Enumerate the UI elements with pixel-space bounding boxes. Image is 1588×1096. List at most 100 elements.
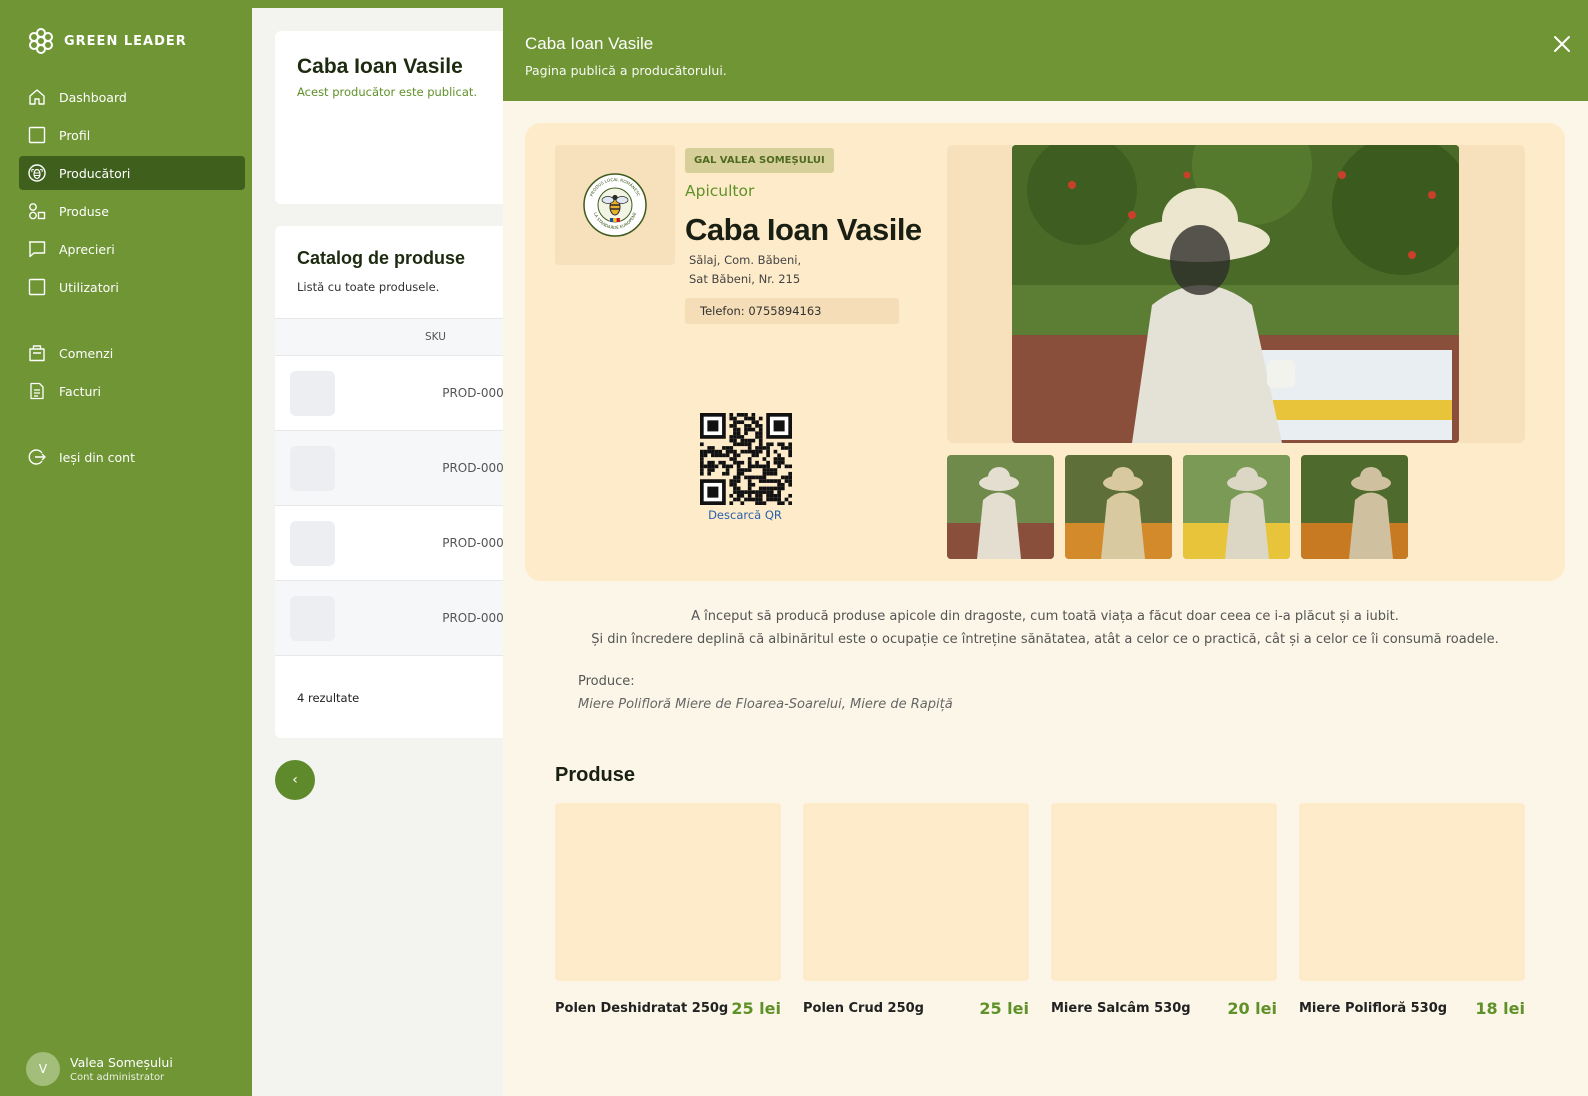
user-name: Valea Someșului [70, 1055, 173, 1070]
producer-public-panel: Caba Ioan Vasile Pagina publică a produc… [503, 8, 1588, 1096]
gallery-thumbnail[interactable] [1301, 455, 1408, 559]
flower-logo-icon [29, 28, 53, 54]
product-card[interactable]: Miere Salcâm 530g 20 lei [1051, 803, 1277, 1018]
beekeeper-photo [1012, 145, 1459, 443]
document-icon [30, 382, 44, 400]
panel-header: Caba Ioan Vasile Pagina publică a produc… [503, 8, 1588, 101]
download-qr-link[interactable]: Descarcă QR [685, 508, 805, 522]
gallery-thumbnail[interactable] [947, 455, 1054, 559]
product-image [1051, 803, 1277, 981]
sidebar-nav: Dashboard Profil Producători Produse Apr… [19, 80, 245, 478]
main-photo[interactable] [1012, 145, 1459, 443]
products-section-title: Produse [555, 764, 636, 786]
producer-name: Caba Ioan Vasile [685, 212, 922, 247]
sidebar-item-label: Comenzi [59, 345, 114, 361]
sidebar-item-facturi[interactable]: Facturi [19, 374, 245, 408]
sidebar-item-logout[interactable]: Ieși din cont [19, 440, 245, 474]
product-name: Polen Deshidratat 250g [555, 1001, 729, 1016]
brand-name: GREEN LEADER [64, 33, 187, 49]
address-line: Sălaj, Com. Băbeni, [689, 253, 802, 267]
table-row[interactable]: PROD-00015 [275, 506, 535, 581]
column-header-sku[interactable]: SKU [425, 331, 446, 343]
sidebar: GREEN LEADER Dashboard Profil Producător… [12, 8, 252, 1096]
sidebar-item-label: Produse [59, 203, 109, 219]
results-count: 4 rezultate [297, 691, 360, 705]
description-line: A început să producă produse apicole din… [691, 609, 1399, 624]
photo-thumbnails [947, 455, 1408, 559]
square-icon [28, 126, 46, 144]
produce-value: Miere Polifloră Miere de Floarea-Soarelu… [578, 697, 953, 712]
logout-icon [28, 449, 46, 465]
product-name: Miere Polifloră 530g [1299, 1001, 1448, 1016]
product-price: 18 lei [1475, 999, 1525, 1018]
product-image [803, 803, 1029, 981]
product-catalog: Catalog de produse Listă cu toate produs… [275, 226, 535, 738]
producer-description: A început să producă produse apicole din… [525, 605, 1565, 651]
sidebar-item-label: Producători [59, 165, 131, 181]
sidebar-item-label: Facturi [59, 383, 102, 399]
catalog-title: Catalog de produse [297, 248, 466, 268]
user-profile[interactable]: V Valea Someșului Cont administrator [26, 1052, 173, 1086]
description-line: Și din încredere deplină că albinăritul … [591, 632, 1499, 647]
sidebar-item-dashboard[interactable]: Dashboard [19, 80, 245, 114]
occupation: Apicultor [685, 182, 755, 200]
product-thumbnail [290, 596, 335, 641]
table-row[interactable]: PROD-00016 [275, 581, 535, 656]
producer-logo: PRODUS LOCAL ROMÂNESC LA STANDARDE EUROP… [555, 145, 675, 265]
phone: Telefon: 0755894163 [685, 298, 899, 324]
table-row[interactable]: PROD-00014 [275, 431, 535, 506]
local-product-seal-icon: PRODUS LOCAL ROMÂNESC LA STANDARDE EUROP… [583, 173, 647, 237]
close-icon[interactable] [1552, 34, 1572, 54]
producer-card-title: Caba Ioan Vasile [297, 55, 463, 78]
producer-hero: PRODUS LOCAL ROMÂNESC LA STANDARDE EUROP… [525, 123, 1565, 581]
gal-badge: GAL VALEA SOMEȘULUI [685, 148, 834, 173]
sidebar-item-producatori[interactable]: Producători [19, 156, 245, 190]
producer-status: Acest producător este publicat. [297, 85, 478, 99]
product-image [1299, 803, 1525, 981]
basket-icon [29, 345, 45, 362]
avatar: V [26, 1052, 60, 1086]
product-price: 20 lei [1227, 999, 1277, 1018]
product-card[interactable]: Polen Crud 250g 25 lei [803, 803, 1029, 1018]
panel-title: Caba Ioan Vasile [525, 34, 654, 53]
sidebar-item-label: Utilizatori [59, 279, 119, 295]
product-image [555, 803, 781, 981]
bee-icon [28, 164, 46, 182]
producer-card: Caba Ioan Vasile Acest producător este p… [275, 31, 535, 204]
table-row[interactable]: PROD-00013 [275, 356, 535, 431]
gallery-thumbnail[interactable] [1183, 455, 1290, 559]
brand[interactable]: GREEN LEADER [26, 26, 187, 56]
table-header: SKU [275, 318, 535, 356]
sidebar-item-produse[interactable]: Produse [19, 194, 245, 228]
sidebar-item-utilizatori[interactable]: Utilizatori [19, 270, 245, 304]
product-card[interactable]: Polen Deshidratat 250g 25 lei [555, 803, 781, 1018]
sidebar-item-profil[interactable]: Profil [19, 118, 245, 152]
product-thumbnail [290, 521, 335, 566]
square-icon [28, 278, 46, 296]
gallery-thumbnail[interactable] [1065, 455, 1172, 559]
qr-code [700, 413, 792, 505]
product-thumbnail [290, 446, 335, 491]
sidebar-item-label: Profil [59, 127, 91, 143]
user-role: Cont administrator [70, 1072, 165, 1083]
photo-gallery [947, 145, 1525, 443]
catalog-subtitle: Listă cu toate produsele. [297, 280, 440, 294]
back-button[interactable]: ‹ [275, 760, 315, 800]
chat-icon [28, 241, 46, 258]
product-name: Polen Crud 250g [803, 1001, 924, 1016]
home-icon [29, 89, 45, 105]
sidebar-item-label: Aprecieri [59, 241, 115, 257]
product-price: 25 lei [979, 999, 1029, 1018]
product-card[interactable]: Miere Polifloră 530g 18 lei [1299, 803, 1525, 1018]
product-price: 25 lei [731, 999, 781, 1018]
sidebar-item-comenzi[interactable]: Comenzi [19, 336, 245, 370]
produce-label: Produce: [578, 674, 635, 689]
product-name: Miere Salcâm 530g [1051, 1001, 1191, 1016]
panel-subtitle: Pagina publică a producătorului. [525, 63, 727, 78]
shapes-icon [29, 203, 46, 220]
address-line: Sat Băbeni, Nr. 215 [689, 272, 801, 286]
sidebar-item-label: Dashboard [59, 89, 127, 105]
sidebar-item-aprecieri[interactable]: Aprecieri [19, 232, 245, 266]
